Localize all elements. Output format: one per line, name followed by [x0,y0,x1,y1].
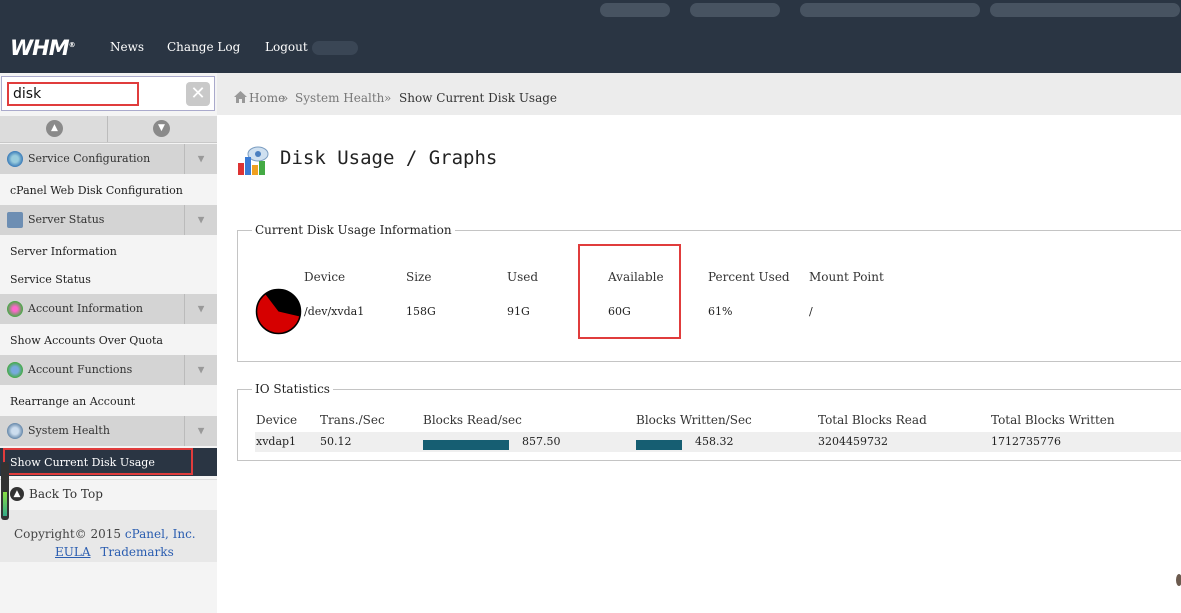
arrow-up-icon: ▲ [10,487,24,501]
nav-news[interactable]: News [110,40,144,54]
server-icon [7,212,23,228]
io-col-total-blocks-written: Total Blocks Written [991,413,1115,427]
search-input[interactable] [7,82,139,106]
collapse-icon[interactable]: ▼ [184,355,217,385]
nav-change-log[interactable]: Change Log [167,40,240,54]
users-icon [7,362,23,378]
copyright-label: Copyright© [14,527,87,541]
collapse-icon[interactable]: ▼ [184,416,217,446]
section-account-information[interactable]: Account Information ▼ [0,294,217,324]
home-icon [234,91,247,103]
account-icon [7,301,23,317]
blurred-text [600,3,670,17]
page-title: Disk Usage / Graphs [280,147,498,169]
cell-mount-point: / [809,305,813,318]
io-cell-total-blocks-read: 3204459732 [818,435,888,448]
blurred-text [800,3,980,17]
blocks-written-bar [636,440,682,450]
menu-item-cpanel-web-disk-configuration[interactable]: cPanel Web Disk Configuration [0,176,217,204]
menu-item-rearrange-an-account[interactable]: Rearrange an Account [0,387,217,415]
section-server-status[interactable]: Server Status ▼ [0,205,217,235]
whm-logo[interactable]: WHM® [10,36,76,60]
col-used: Used [507,270,539,284]
io-col-blocks-read-sec: Blocks Read/sec [423,413,522,427]
trademarks-link[interactable]: Trademarks [100,545,173,559]
disk-usage-graph-icon [238,146,269,175]
section-label: Account Functions [28,363,133,376]
divider [107,116,108,142]
io-cell-blocks-written-sec: 458.32 [695,435,734,448]
cpanel-link[interactable]: cPanel, Inc. [125,527,196,541]
breadcrumb-current: Show Current Disk Usage [399,91,558,105]
back-to-top[interactable]: ▲ Back To Top [0,479,217,510]
col-percent-used: Percent Used [708,270,790,284]
menu-item-server-information[interactable]: Server Information [0,237,217,265]
io-cell-blocks-read-sec: 857.50 [522,435,561,448]
breadcrumb: Home » System Health » Show Current Disk… [217,73,1181,115]
io-col-blocks-written-sec: Blocks Written/Sec [636,413,752,427]
col-device: Device [304,270,346,284]
io-col-trans-sec: Trans./Sec [320,413,385,427]
cell-percent-used: 61% [708,305,733,318]
io-col-device: Device [256,413,298,427]
section-service-configuration[interactable]: Service Configuration ▼ [0,144,217,174]
highlight-box [578,244,681,339]
col-size: Size [406,270,432,284]
col-mount-point: Mount Point [809,270,884,284]
nav-logout[interactable]: Logout [265,40,308,54]
menu-item-service-status[interactable]: Service Status [0,265,217,293]
menu-item-show-accounts-over-quota[interactable]: Show Accounts Over Quota [0,326,217,354]
section-label: System Health [28,424,110,437]
collapse-icon[interactable]: ▼ [184,144,217,174]
copyright-year: 2015 [90,527,122,541]
io-cell-trans-sec: 50.12 [320,435,352,448]
blurred-text [690,3,780,17]
edge-artifact [1176,574,1181,586]
blurred-username [312,41,358,55]
blocks-read-bar [423,440,509,450]
scroll-down-icon[interactable]: ▼ [153,120,170,137]
section-account-functions[interactable]: Account Functions ▼ [0,355,217,385]
section-label: Account Information [28,302,143,315]
back-to-top-label: Back To Top [29,487,103,501]
meter-widget [1,462,9,520]
scroll-arrows: ▲ ▼ [0,116,217,143]
cell-size: 158G [406,305,436,318]
section-system-health[interactable]: System Health ▼ [0,416,217,446]
blurred-text [990,3,1180,17]
disk-usage-legend: Current Disk Usage Information [252,223,455,237]
menu-item-show-current-disk-usage[interactable]: Show Current Disk Usage [0,448,217,476]
section-label: Service Configuration [28,152,151,165]
breadcrumb-home[interactable]: Home [249,91,285,105]
cell-used: 91G [507,305,530,318]
top-bar: WHM® News Change Log Logout [0,0,1181,73]
search-box: ✕ [1,76,215,111]
cell-device: /dev/xvda1 [304,305,365,318]
copyright: Copyright© 2015 cPanel, Inc. EULA Tradem… [0,510,217,562]
breadcrumb-separator: » [281,91,289,105]
io-cell-total-blocks-written: 1712735776 [991,435,1061,448]
disk-usage-pie [255,288,302,335]
breadcrumb-system-health[interactable]: System Health [295,91,384,105]
scroll-up-icon[interactable]: ▲ [46,120,63,137]
section-label: Server Status [28,213,105,226]
io-cell-device: xvdap1 [256,435,297,448]
clear-search-icon[interactable]: ✕ [186,82,210,106]
sidebar: ✕ ▲ ▼ Service Configuration ▼ cPanel Web… [0,73,217,613]
collapse-icon[interactable]: ▼ [184,294,217,324]
io-col-total-blocks-read: Total Blocks Read [818,413,927,427]
io-stats-legend: IO Statistics [252,382,333,396]
eula-link[interactable]: EULA [55,545,91,559]
breadcrumb-separator: » [384,91,392,105]
disk-usage-panel: Current Disk Usage Information [237,223,1181,362]
collapse-icon[interactable]: ▼ [184,205,217,235]
gear-icon [7,151,23,167]
health-icon [7,423,23,439]
